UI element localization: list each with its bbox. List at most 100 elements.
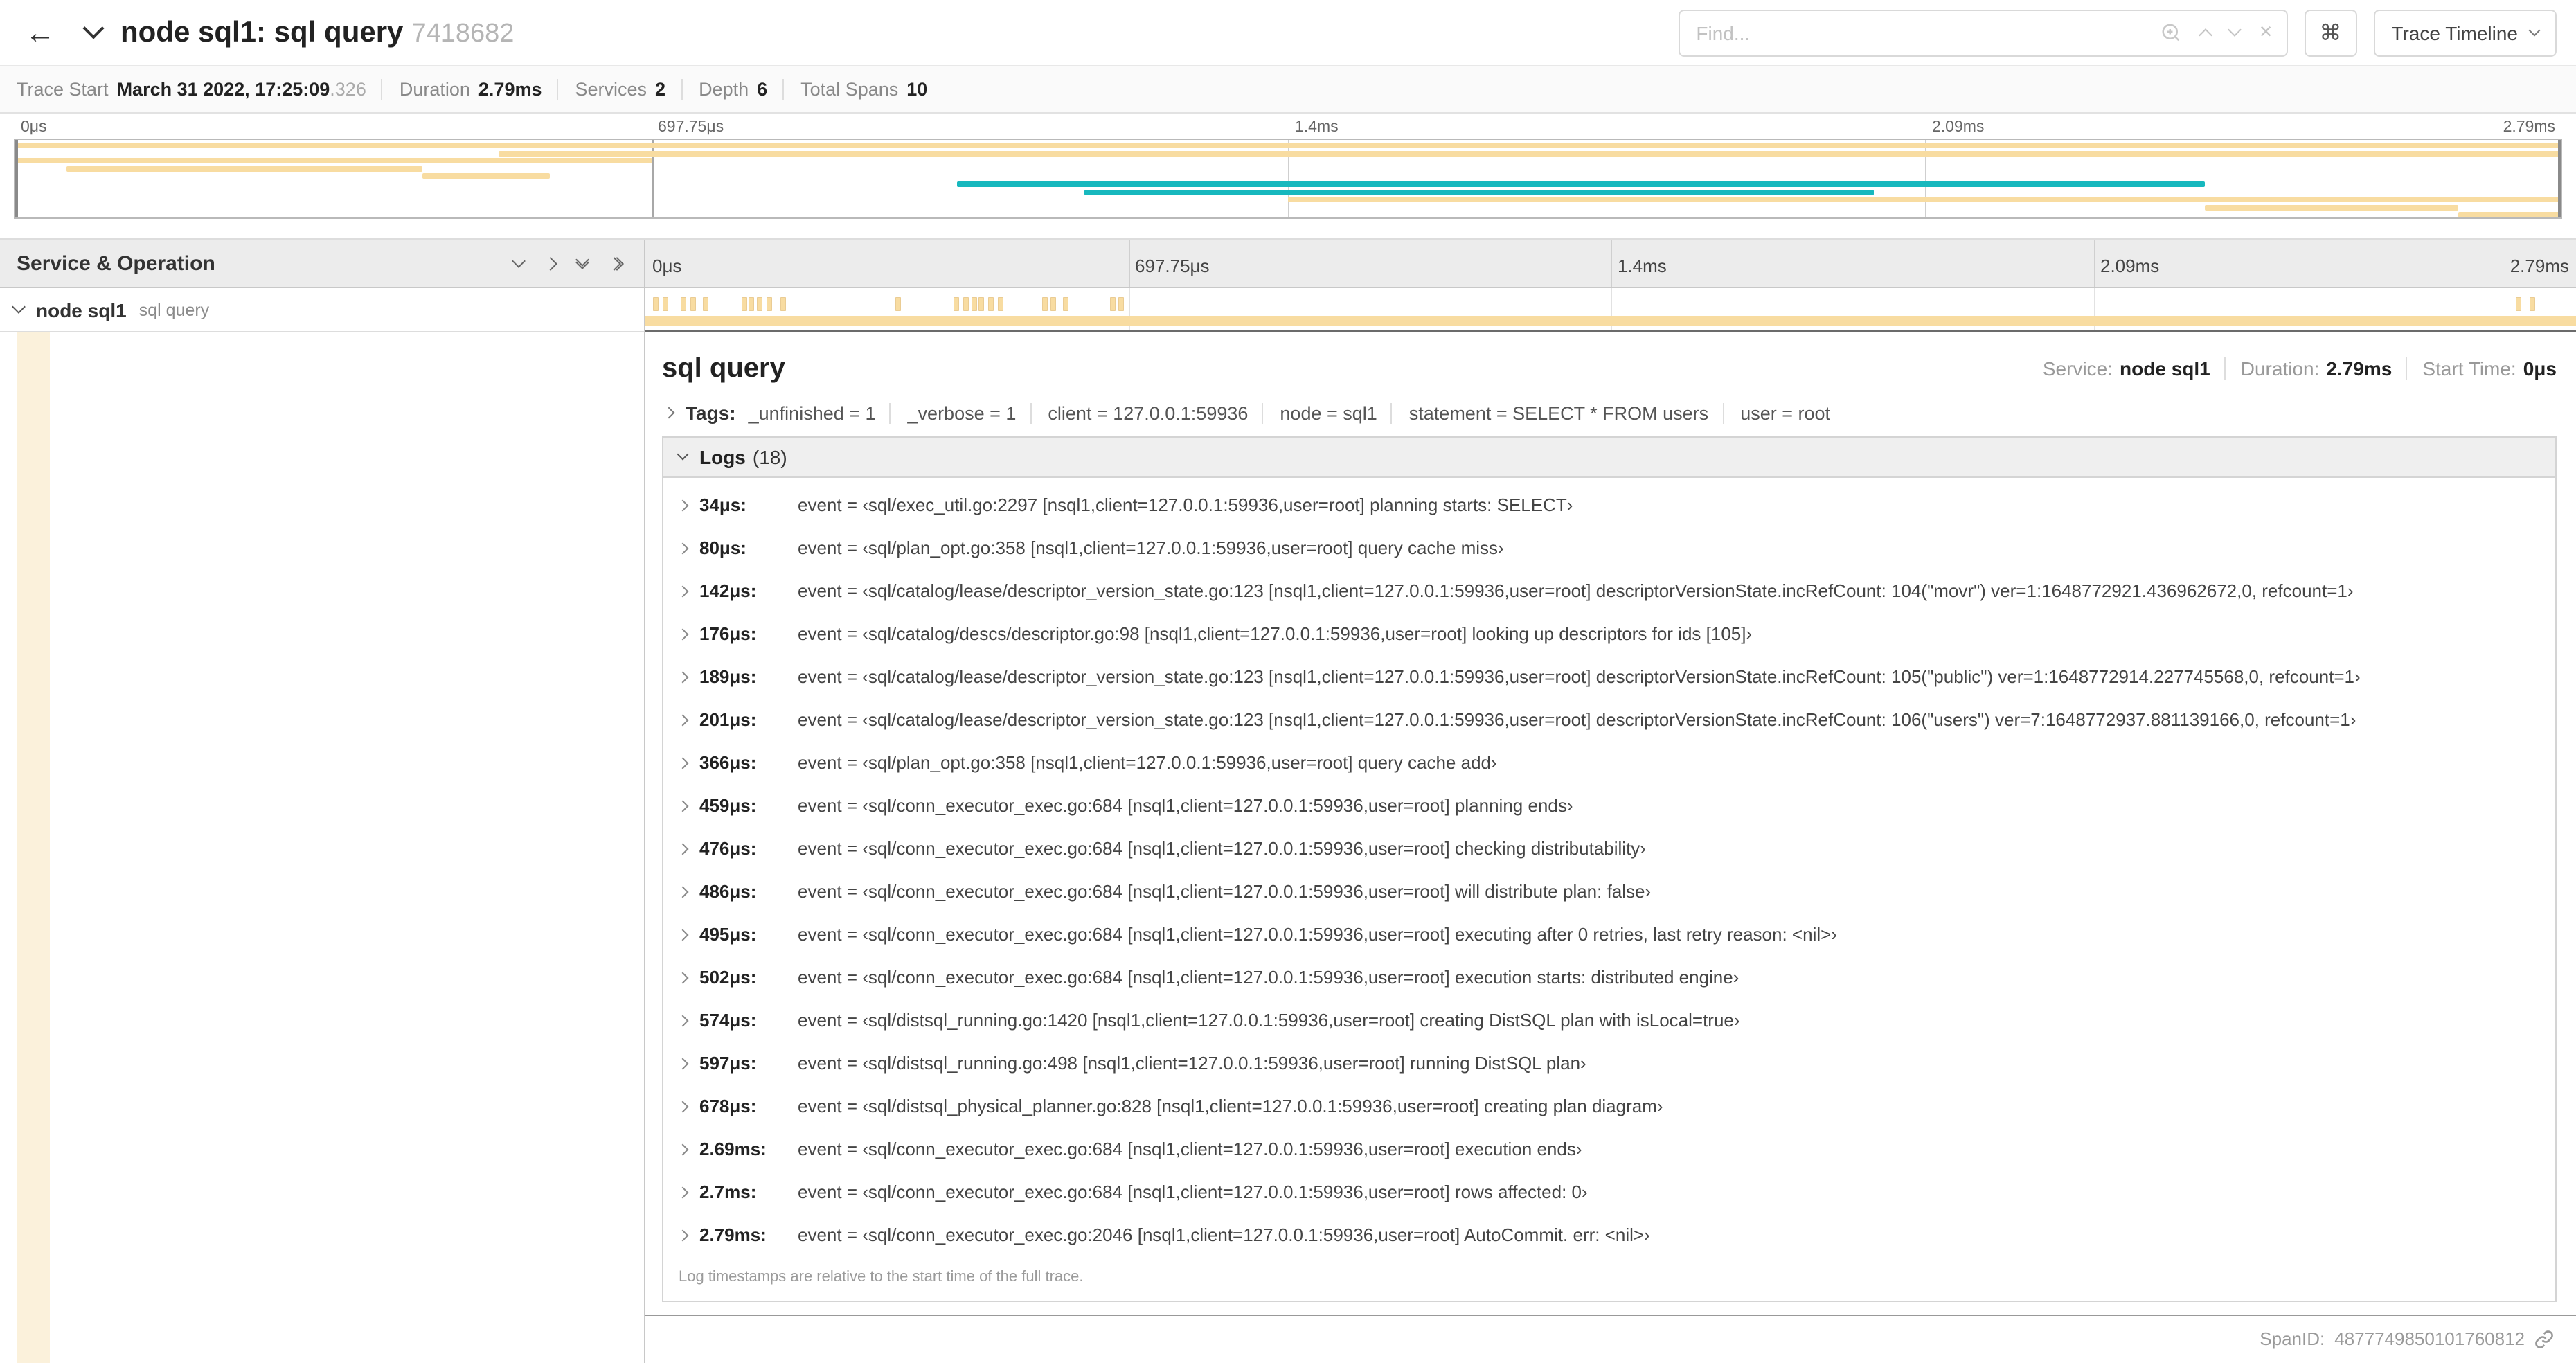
log-entry[interactable]: 201μs: event = ‹sql/catalog/lease/descri… xyxy=(663,698,2555,741)
timeline-axis: 0μs 697.75μs 1.4ms 2.09ms 2.79ms xyxy=(645,240,2576,287)
log-entry[interactable]: 476μs: event = ‹sql/conn_executor_exec.g… xyxy=(663,827,2555,870)
tag-item: _verbose = 1 xyxy=(889,402,1016,423)
log-entry[interactable]: 502μs: event = ‹sql/conn_executor_exec.g… xyxy=(663,956,2555,999)
back-button[interactable]: ← xyxy=(14,15,66,51)
collapse-one-icon[interactable] xyxy=(512,253,526,267)
logs-accordion: Logs (18) 34μs: event = ‹sql/exec_util.g… xyxy=(662,436,2557,1302)
log-expand-chevron-icon xyxy=(677,1100,689,1112)
log-timestamp: 2.7ms: xyxy=(699,1182,757,1202)
trace-minimap[interactable] xyxy=(14,139,2562,219)
log-entry[interactable]: 2.69ms: event = ‹sql/conn_executor_exec.… xyxy=(663,1128,2555,1170)
log-expand-chevron-icon xyxy=(677,713,689,726)
log-expand-chevron-icon xyxy=(677,1186,689,1198)
collapse-all-icon[interactable] xyxy=(575,252,589,269)
child-span-tick xyxy=(691,298,696,310)
keyboard-shortcuts-button[interactable]: ⌘ xyxy=(2304,9,2357,56)
log-entry[interactable]: 597μs: event = ‹sql/distsql_running.go:4… xyxy=(663,1042,2555,1085)
child-span-tick xyxy=(1118,298,1123,310)
axis-tick-label: 1.4ms xyxy=(1295,118,1339,136)
span-tree-column xyxy=(0,332,645,1363)
timeline-left-header: Service & Operation xyxy=(0,240,645,287)
tags-expand-chevron-icon xyxy=(663,407,675,419)
child-span-tick xyxy=(757,298,762,310)
log-entry[interactable]: 678μs: event = ‹sql/distsql_physical_pla… xyxy=(663,1085,2555,1128)
log-expand-chevron-icon xyxy=(677,585,689,597)
span-row[interactable]: node sql1 sql query xyxy=(0,288,2576,332)
find-clear-icon[interactable]: × xyxy=(2260,21,2273,44)
log-expand-chevron-icon xyxy=(677,928,689,941)
log-message: event = ‹sql/conn_executor_exec.go:684 [… xyxy=(798,1182,1588,1202)
log-expand-chevron-icon xyxy=(677,799,689,812)
find-prev-icon[interactable] xyxy=(2199,28,2213,42)
log-entry[interactable]: 2.79ms: event = ‹sql/conn_executor_exec.… xyxy=(663,1213,2555,1256)
log-entry[interactable]: 189μs: event = ‹sql/catalog/lease/descri… xyxy=(663,655,2555,698)
child-span-tick xyxy=(979,298,984,310)
axis-tick-label: 1.4ms xyxy=(1618,255,1667,276)
minimap-left-scrubber[interactable] xyxy=(15,140,18,217)
zoom-in-icon[interactable] xyxy=(2161,22,2182,43)
log-entry[interactable]: 366μs: event = ‹sql/plan_opt.go:358 [nsq… xyxy=(663,741,2555,784)
axis-tick-label: 2.79ms xyxy=(2503,118,2555,136)
root-span-bar[interactable] xyxy=(645,316,2576,326)
log-expand-chevron-icon xyxy=(677,971,689,983)
log-message: event = ‹sql/conn_executor_exec.go:684 [… xyxy=(798,795,1573,816)
child-span-tick xyxy=(896,298,901,310)
trace-view-selector-label: Trace Timeline xyxy=(2391,21,2518,44)
log-entry[interactable]: 34μs: event = ‹sql/exec_util.go:2297 [ns… xyxy=(663,483,2555,526)
log-message: event = ‹sql/distsql_physical_planner.go… xyxy=(798,1096,1663,1116)
log-entry[interactable]: 574μs: event = ‹sql/distsql_running.go:1… xyxy=(663,999,2555,1042)
log-message: event = ‹sql/distsql_running.go:498 [nsq… xyxy=(798,1053,1586,1074)
span-color-strip xyxy=(17,332,50,1363)
log-expand-chevron-icon xyxy=(677,1229,689,1241)
find-next-icon[interactable] xyxy=(2228,23,2242,37)
expand-all-icon[interactable] xyxy=(607,256,624,270)
log-timestamp: 459μs: xyxy=(699,795,757,816)
child-span-tick xyxy=(1043,298,1048,310)
logs-header[interactable]: Logs (18) xyxy=(663,438,2555,478)
span-overview: Service: node sql1 Duration: 2.79ms Start … xyxy=(2043,357,2557,380)
find-input[interactable] xyxy=(1693,20,2161,45)
log-entry[interactable]: 142μs: event = ‹sql/catalog/lease/descri… xyxy=(663,569,2555,612)
axis-tick-label: 697.75μs xyxy=(658,118,724,136)
span-gantt-area[interactable] xyxy=(645,288,2576,332)
tags-label: Tags: xyxy=(686,402,736,424)
collapse-trace-chevron-icon[interactable] xyxy=(82,17,105,39)
tags-accordion[interactable]: Tags: _unfinished = 1 _verbose = 1 clien… xyxy=(662,393,2557,436)
tag-item: _unfinished = 1 xyxy=(748,402,876,423)
log-timestamp: 574μs: xyxy=(699,1010,757,1031)
logs-footnote: Log timestamps are relative to the start… xyxy=(679,1269,1084,1285)
span-row-name-column[interactable]: node sql1 sql query xyxy=(0,288,645,332)
expand-one-icon[interactable] xyxy=(544,256,557,270)
log-message: event = ‹sql/catalog/lease/descriptor_ve… xyxy=(798,580,2354,601)
log-message: event = ‹sql/conn_executor_exec.go:684 [… xyxy=(798,881,1652,902)
log-expand-chevron-icon xyxy=(677,670,689,683)
summary-item: Depth 6 xyxy=(681,79,767,100)
log-expand-chevron-icon xyxy=(677,756,689,769)
log-entry[interactable]: 2.7ms: event = ‹sql/conn_executor_exec.g… xyxy=(663,1170,2555,1213)
log-entry[interactable]: 495μs: event = ‹sql/conn_executor_exec.g… xyxy=(663,913,2555,956)
log-entry[interactable]: 176μs: event = ‹sql/catalog/descs/descri… xyxy=(663,612,2555,655)
trace-timeline-page: ← node sql1: sql query7418682 × xyxy=(0,0,2576,1363)
minimap-right-scrubber[interactable] xyxy=(2558,140,2561,217)
log-entry[interactable]: 459μs: event = ‹sql/conn_executor_exec.g… xyxy=(663,784,2555,827)
trace-summary-bar: Trace Start March 31 2022, 17:25:09.326 D… xyxy=(0,66,2576,114)
span-detail-row: sql query Service: node sql1 Duration: 2.7… xyxy=(0,332,2576,1363)
log-message: event = ‹sql/catalog/lease/descriptor_ve… xyxy=(798,709,2356,730)
tag-item: statement = SELECT * FROM users xyxy=(1390,402,1708,423)
axis-tick-label: 0μs xyxy=(21,118,47,136)
back-arrow-icon: ← xyxy=(25,15,55,49)
child-span-tick xyxy=(767,298,771,310)
log-expand-chevron-icon xyxy=(677,1143,689,1155)
trace-view-selector[interactable]: Trace Timeline xyxy=(2373,9,2557,56)
summary-item: Trace Start March 31 2022, 17:25:09.326 xyxy=(17,79,366,100)
deep-link-icon[interactable] xyxy=(2534,1329,2554,1348)
log-message: event = ‹sql/catalog/lease/descriptor_ve… xyxy=(798,666,2361,687)
log-entry[interactable]: 80μs: event = ‹sql/plan_opt.go:358 [nsql… xyxy=(663,526,2555,569)
span-collapse-chevron-icon[interactable] xyxy=(12,300,26,314)
tag-item: node = sql1 xyxy=(1262,402,1377,423)
span-overview-item: Start Time: 0μs xyxy=(2406,357,2557,380)
log-entry[interactable]: 486μs: event = ‹sql/conn_executor_exec.g… xyxy=(663,870,2555,913)
child-span-tick xyxy=(1050,298,1055,310)
child-span-tick xyxy=(1110,298,1115,310)
minimap-span-bar xyxy=(422,173,550,179)
